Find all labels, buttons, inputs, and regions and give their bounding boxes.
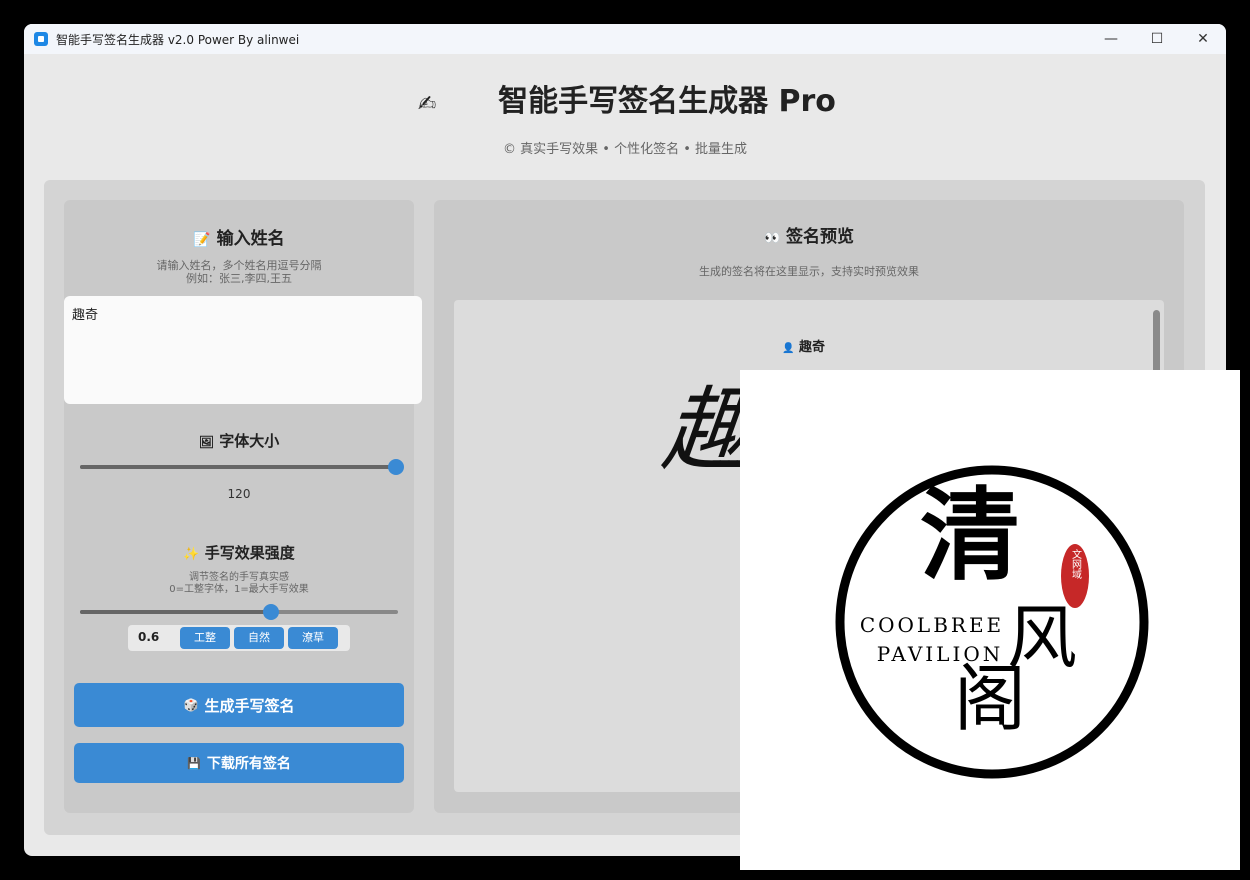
watermark-logo: 清 文网域 COOLBREE PAVILION 风 阁	[740, 370, 1240, 870]
title-bar: 智能手写签名生成器 v2.0 Power By alinwei — ☐ ✕	[24, 24, 1226, 54]
download-button[interactable]: 💾 下载所有签名	[74, 743, 404, 783]
preset-neat-button[interactable]: 工整	[180, 627, 230, 649]
close-button[interactable]: ✕	[1180, 24, 1226, 54]
logo-char-ge: 阁	[954, 657, 1026, 741]
font-size-value: 120	[227, 487, 251, 501]
preview-title: 👀 签名预览	[434, 222, 1184, 247]
font-size-label: 字体大小	[219, 432, 280, 450]
page-title-text: 智能手写签名生成器 Pro	[498, 84, 836, 119]
image-icon: 🖼	[198, 435, 214, 449]
logo-graphic: 清 文网域 COOLBREE PAVILION 风 阁	[835, 465, 1149, 779]
strength-desc-line2: 0=工整字体，1=最大手写效果	[169, 584, 309, 595]
download-button-label: 下载所有签名	[206, 756, 291, 772]
preview-desc: 生成的签名将在这里显示，支持实时预览效果	[699, 265, 919, 278]
generate-button[interactable]: 🎲 生成手写签名	[74, 683, 404, 727]
window-title: 智能手写签名生成器 v2.0 Power By alinwei	[56, 32, 300, 47]
input-hint-line2: 例如：张三,李四,王五	[186, 272, 292, 285]
app-icon	[34, 32, 48, 46]
generate-button-label: 生成手写签名	[204, 696, 295, 715]
maximize-button[interactable]: ☐	[1134, 24, 1180, 54]
signature-name: 👤 趣奇	[782, 336, 825, 355]
logo-seal-text: 文网域	[1070, 548, 1082, 579]
font-size-slider-fill	[80, 465, 396, 469]
strength-label: 手写效果强度	[204, 544, 295, 562]
font-size-slider-thumb[interactable]	[388, 459, 404, 475]
input-hint-line1: 请输入姓名，多个姓名用逗号分隔	[156, 259, 322, 272]
preset-cursive-button[interactable]: 潦草	[288, 627, 338, 649]
input-section-label: 输入姓名	[216, 229, 285, 249]
preview-title-label: 签名预览	[786, 227, 855, 247]
strength-slider-fill	[80, 610, 271, 614]
input-section-title: 📝 输入姓名	[64, 224, 414, 249]
name-input[interactable]: 趣奇	[64, 296, 422, 404]
control-panel: 📝 输入姓名 请输入姓名，多个姓名用逗号分隔 例如：张三,李四,王五 趣奇 🖼 …	[64, 200, 422, 813]
dice-icon: 🎲	[183, 698, 199, 712]
page-title: ✍ 智能手写签名生成器 Pro	[24, 76, 1226, 120]
strength-desc-line1: 调节签名的手写真实感	[189, 572, 289, 583]
user-icon: 👤	[782, 343, 795, 354]
floppy-icon: 💾	[187, 756, 201, 770]
preset-natural-button[interactable]: 自然	[234, 627, 284, 649]
page-subtitle: © 真实手写效果 • 个性化签名 • 批量生成	[503, 142, 747, 157]
logo-char-qing: 清	[920, 476, 1020, 594]
memo-icon: 📝	[193, 232, 211, 248]
minimize-button[interactable]: —	[1088, 24, 1134, 54]
strength-desc: 调节签名的手写真实感 0=工整字体，1=最大手写效果	[64, 572, 414, 596]
strength-preset-bar: 0.6 工整 自然 潦草	[128, 625, 350, 651]
strength-title: ✨ 手写效果强度	[64, 542, 414, 563]
strength-value: 0.6	[138, 630, 160, 644]
pen-icon: ✍	[417, 92, 437, 117]
font-size-title: 🖼 字体大小	[64, 430, 414, 451]
strength-slider[interactable]	[80, 604, 398, 620]
eyes-icon: 👀	[763, 231, 781, 246]
strength-slider-thumb[interactable]	[262, 604, 279, 620]
logo-english-1: COOLBREE	[860, 613, 1004, 637]
input-hint: 请输入姓名，多个姓名用逗号分隔 例如：张三,李四,王五	[64, 259, 414, 285]
sparkles-icon: ✨	[183, 547, 200, 562]
signature-name-text: 趣奇	[798, 340, 825, 355]
font-size-slider[interactable]	[80, 459, 404, 475]
